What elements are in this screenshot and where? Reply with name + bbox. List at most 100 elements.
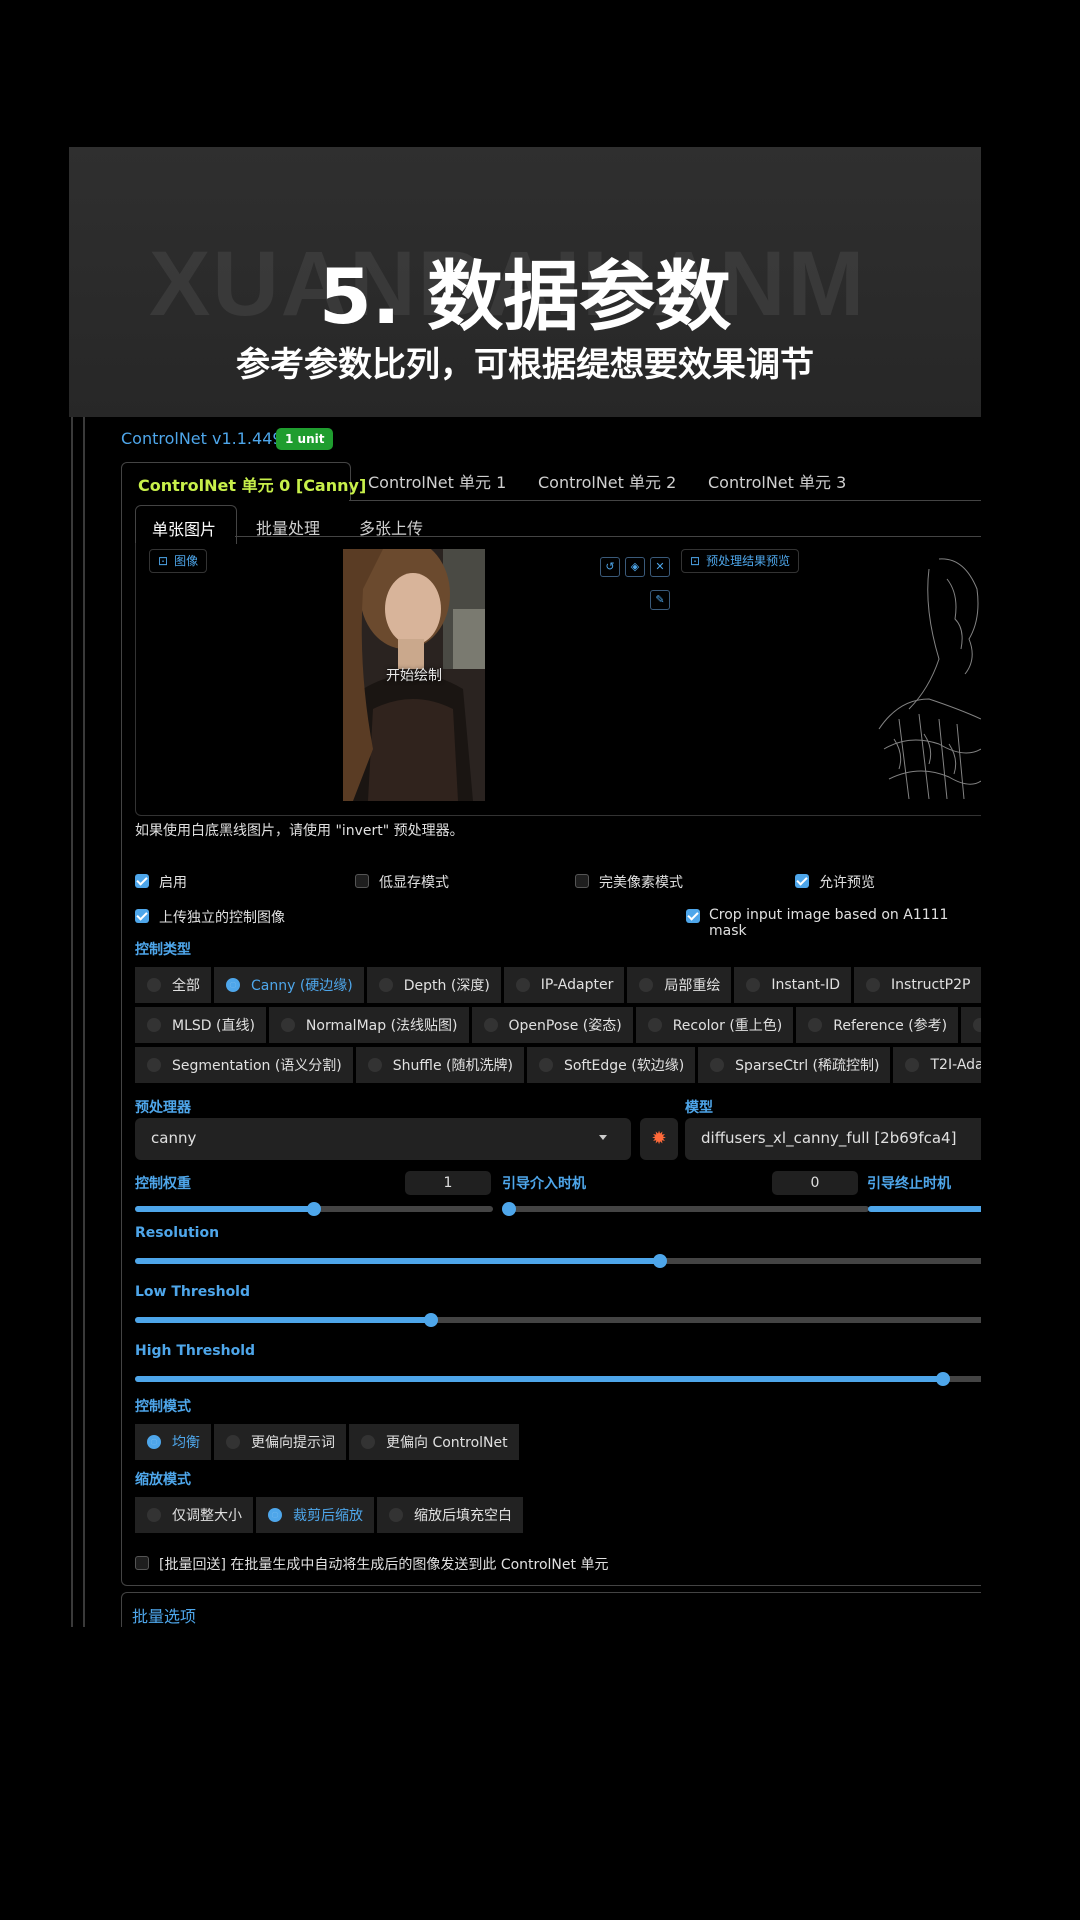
radio-icon bbox=[147, 1508, 161, 1522]
resolution-slider[interactable] bbox=[135, 1254, 981, 1268]
high-threshold-thumb[interactable] bbox=[935, 1372, 950, 1386]
brush-icon[interactable]: ✎ bbox=[650, 590, 670, 610]
control-weight-thumb[interactable] bbox=[307, 1202, 321, 1216]
controlnet-panel: ControlNet v1.1.449 1 unit ControlNet 单元… bbox=[69, 417, 981, 1627]
control-type-row-2: MLSD (直线) NormalMap (法线贴图) OpenPose (姿态)… bbox=[135, 1007, 981, 1043]
control-type-canny[interactable]: Canny (硬边缘) bbox=[214, 967, 364, 1003]
start-draw-label[interactable]: 开始绘制 bbox=[343, 665, 485, 685]
control-mode-prompt[interactable]: 更偏向提示词 bbox=[214, 1424, 346, 1460]
resize-mode-label: 缩放模式 bbox=[135, 1472, 191, 1488]
preprocessor-preview-image bbox=[869, 549, 981, 801]
radio-icon bbox=[905, 1058, 920, 1072]
control-type-all[interactable]: 全部 bbox=[135, 967, 211, 1003]
tab-unit-0-label: ControlNet 单元 0 [Canny] bbox=[138, 476, 367, 495]
radio-icon bbox=[647, 1018, 662, 1032]
control-type-row-3: Segmentation (语义分割) Shuffle (随机洗牌) SoftE… bbox=[135, 1047, 981, 1083]
low-threshold-label: Low Threshold bbox=[135, 1284, 251, 1300]
resize-mode-just-resize[interactable]: 仅调整大小 bbox=[135, 1497, 253, 1533]
radio-icon bbox=[538, 1058, 553, 1072]
tab-unit-0[interactable]: ControlNet 单元 0 [Canny] bbox=[121, 462, 366, 501]
loopback-checkbox[interactable] bbox=[135, 1556, 149, 1570]
control-type-shuffle[interactable]: Shuffle (随机洗牌) bbox=[355, 1047, 524, 1083]
control-type-mlsd[interactable]: MLSD (直线) bbox=[135, 1007, 266, 1043]
control-weight-slider[interactable] bbox=[135, 1202, 493, 1216]
control-type-reference[interactable]: Reference (参考) bbox=[796, 1007, 959, 1043]
control-weight-input[interactable]: 1 bbox=[405, 1171, 491, 1195]
enable-checkbox[interactable] bbox=[135, 874, 149, 888]
resolution-thumb[interactable] bbox=[652, 1254, 667, 1268]
preprocessor-select[interactable]: canny bbox=[135, 1118, 631, 1160]
tab-unit-1[interactable]: ControlNet 单元 1 bbox=[368, 469, 506, 493]
low-threshold-thumb[interactable] bbox=[424, 1313, 439, 1327]
control-type-depth[interactable]: Depth (深度) bbox=[366, 967, 501, 1003]
controlnet-version[interactable]: ControlNet v1.1.449 bbox=[121, 429, 283, 448]
resize-mode-crop-resize[interactable]: 裁剪后缩放 bbox=[256, 1497, 374, 1533]
radio-icon bbox=[746, 978, 761, 992]
radio-icon bbox=[973, 1018, 981, 1032]
panel-border-inner bbox=[83, 417, 85, 1627]
high-threshold-slider[interactable] bbox=[135, 1372, 981, 1386]
upload-independent-label: 上传独立的控制图像 bbox=[159, 910, 285, 926]
radio-icon bbox=[389, 1508, 403, 1522]
radio-icon bbox=[367, 1058, 382, 1072]
chevron-down-icon bbox=[599, 1135, 607, 1140]
allow-preview-checkbox[interactable] bbox=[795, 874, 809, 888]
pixel-perfect-checkbox[interactable] bbox=[575, 874, 589, 888]
batch-options-label: 批量选项 bbox=[132, 1607, 197, 1626]
tab-single-image-label: 单张图片 bbox=[152, 520, 217, 539]
model-label: 模型 bbox=[685, 1100, 713, 1116]
control-type-segmentation[interactable]: Segmentation (语义分割) bbox=[135, 1047, 353, 1083]
title-banner: XUANBAIHANM 5. 数据参数 参考参数比列，可根据缇想要效果调节 bbox=[69, 147, 981, 417]
control-type-t2i-adapter[interactable]: T2I-Adap bbox=[893, 1047, 981, 1083]
crop-input-checkbox[interactable] bbox=[686, 909, 700, 923]
crop-input-label: Crop input image based on A1111 mask bbox=[709, 907, 949, 939]
start-step-input[interactable]: 0 bbox=[772, 1171, 858, 1195]
batch-options-section[interactable]: 批量选项 bbox=[121, 1592, 981, 1627]
eraser-icon[interactable]: ◈ bbox=[625, 557, 645, 577]
control-type-sparsectrl[interactable]: SparseCtrl (稀疏控制) bbox=[698, 1047, 891, 1083]
control-type-ip-adapter[interactable]: IP-Adapter bbox=[503, 967, 625, 1003]
control-weight-label: 控制权重 bbox=[135, 1176, 191, 1192]
control-type-softedge[interactable]: SoftEdge (软边缘) bbox=[526, 1047, 696, 1083]
tab-unit-2[interactable]: ControlNet 单元 2 bbox=[538, 469, 676, 493]
source-image-canvas[interactable]: 开始绘制 bbox=[343, 549, 485, 801]
low-vram-checkbox[interactable] bbox=[355, 874, 369, 888]
control-mode-group: 均衡 更偏向提示词 更偏向 ControlNet bbox=[135, 1424, 519, 1460]
start-step-thumb[interactable] bbox=[502, 1202, 516, 1216]
end-step-slider[interactable] bbox=[868, 1206, 981, 1212]
radio-icon bbox=[280, 1018, 295, 1032]
control-type-more[interactable] bbox=[961, 1007, 981, 1043]
high-threshold-label: High Threshold bbox=[135, 1343, 256, 1359]
undo-icon[interactable]: ↺ bbox=[600, 557, 620, 577]
low-vram-label: 低显存模式 bbox=[379, 875, 449, 891]
control-type-recolor[interactable]: Recolor (重上色) bbox=[635, 1007, 794, 1043]
banner-subtitle: 参考参数比列，可根据缇想要效果调节 bbox=[236, 345, 814, 385]
start-step-slider[interactable] bbox=[502, 1202, 869, 1216]
run-preprocessor-icon[interactable]: ✹ bbox=[640, 1118, 678, 1160]
upload-independent-checkbox[interactable] bbox=[135, 909, 149, 923]
tab-single-image[interactable]: 单张图片 bbox=[135, 505, 237, 544]
radio-icon bbox=[147, 1018, 161, 1032]
radio-icon bbox=[226, 1435, 240, 1449]
resize-mode-fill[interactable]: 缩放后填充空白 bbox=[377, 1497, 523, 1533]
control-type-instant-id[interactable]: Instant-ID bbox=[734, 967, 852, 1003]
loopback-label: [批量回送] 在批量生成中自动将生成后的图像发送到此 ControlNet 单元 bbox=[159, 1557, 609, 1573]
model-value: diffusers_xl_canny_full [2b69fca4] bbox=[701, 1129, 957, 1147]
start-step-label: 引导介入时机 bbox=[502, 1176, 586, 1192]
model-select[interactable]: diffusers_xl_canny_full [2b69fca4] bbox=[685, 1118, 981, 1160]
pixel-perfect-label: 完美像素模式 bbox=[599, 875, 683, 891]
radio-selected-icon bbox=[268, 1508, 282, 1522]
control-type-openpose[interactable]: OpenPose (姿态) bbox=[471, 1007, 633, 1043]
control-type-instructp2p[interactable]: InstructP2P bbox=[854, 967, 981, 1003]
tab-unit-3[interactable]: ControlNet 单元 3 bbox=[708, 469, 846, 493]
low-threshold-slider[interactable] bbox=[135, 1313, 981, 1327]
close-icon[interactable]: ✕ bbox=[650, 557, 670, 577]
resolution-fill bbox=[135, 1258, 660, 1264]
control-mode-balanced[interactable]: 均衡 bbox=[135, 1424, 211, 1460]
canny-edge-output bbox=[878, 558, 981, 800]
low-threshold-fill bbox=[135, 1317, 432, 1323]
control-type-normalmap[interactable]: NormalMap (法线贴图) bbox=[268, 1007, 469, 1043]
control-mode-controlnet[interactable]: 更偏向 ControlNet bbox=[349, 1424, 519, 1460]
control-type-inpaint[interactable]: 局部重绘 bbox=[627, 967, 732, 1003]
resize-mode-group: 仅调整大小 裁剪后缩放 缩放后填充空白 bbox=[135, 1497, 523, 1533]
